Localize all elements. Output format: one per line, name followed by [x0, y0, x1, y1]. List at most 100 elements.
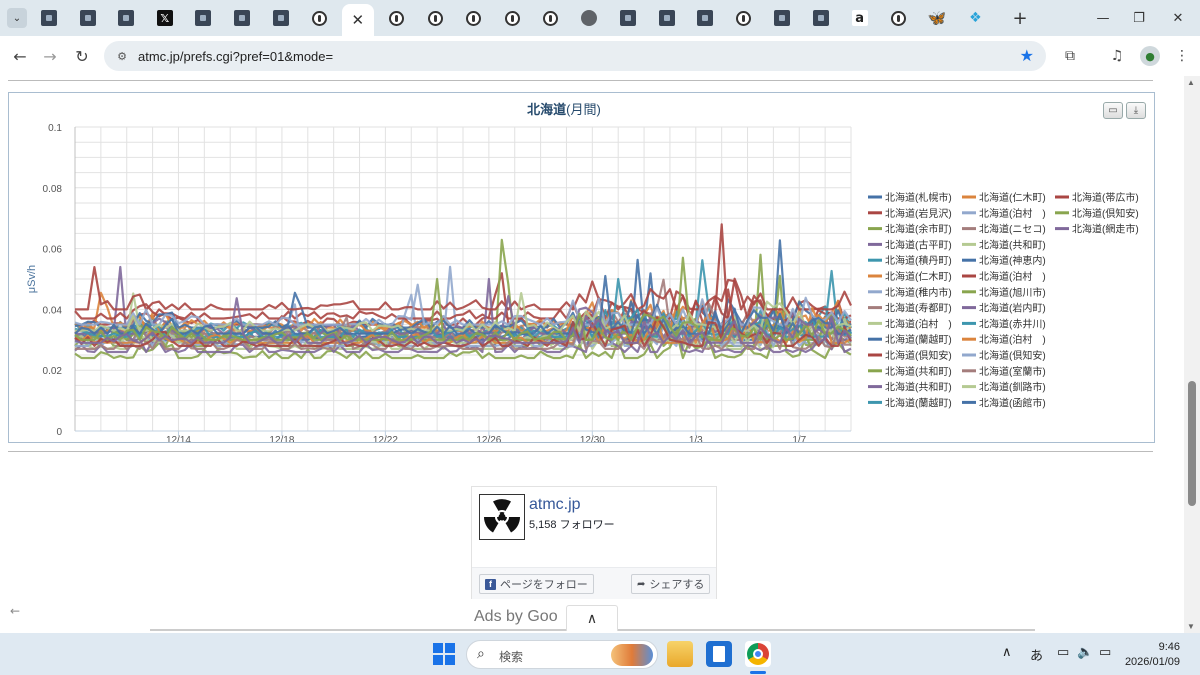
- restore-button[interactable]: ❐: [1121, 6, 1157, 30]
- browser-tab[interactable]: a: [844, 5, 876, 31]
- browser-tab[interactable]: [766, 5, 798, 31]
- facebook-icon: f: [485, 578, 496, 590]
- legend-item-label: 北海道(共和町): [885, 365, 952, 378]
- scroll-down-arrow-icon[interactable]: ▼: [1187, 622, 1195, 631]
- legend-item-label: 北海道(札幌市): [885, 191, 952, 204]
- bookmark-star-icon[interactable]: ★: [1020, 46, 1034, 65]
- browser-tab[interactable]: [573, 5, 605, 31]
- browser-tab[interactable]: 𝕏: [149, 5, 181, 31]
- new-tab-button[interactable]: +: [1009, 7, 1031, 29]
- scroll-thumb[interactable]: [1188, 381, 1196, 506]
- battery-icon[interactable]: ▭: [1099, 645, 1111, 660]
- browser-tab[interactable]: [226, 5, 258, 31]
- circle-favicon-icon: [311, 10, 327, 26]
- profile-avatar-icon[interactable]: ●: [1140, 46, 1160, 66]
- clock-time[interactable]: 9:46: [1140, 641, 1180, 653]
- browser-tab[interactable]: [33, 5, 65, 31]
- media-control-icon[interactable]: ♫: [1105, 44, 1129, 68]
- browser-tab[interactable]: ❖: [959, 5, 991, 31]
- x-tick-label: 1/3: [689, 435, 703, 442]
- radiation-line-chart: 北海道(月間) 0 0.02 0.04 0.06 0.08 0.1 μSv/h 12/14 12/…: [26, 102, 1139, 442]
- taskbar-search[interactable]: ⌕ 検索: [466, 640, 658, 669]
- volume-icon[interactable]: 🔈: [1077, 645, 1093, 660]
- fb-share-button[interactable]: ➦ シェアする: [631, 574, 711, 594]
- browser-menu-icon[interactable]: ⋮: [1170, 44, 1194, 68]
- y-tick-label: 0.08: [43, 184, 63, 195]
- browser-tab[interactable]: 🦋: [921, 5, 953, 31]
- close-tab-icon[interactable]: ✕: [352, 11, 365, 29]
- ad-back-arrow-icon[interactable]: ←: [10, 604, 20, 618]
- puzzle-favicon-icon: ❖: [969, 10, 982, 26]
- divider: [8, 451, 1153, 452]
- legend-item-label: 北海道(室蘭市): [979, 365, 1046, 378]
- tab-active[interactable]: ✕: [341, 4, 374, 36]
- clock-date[interactable]: 2026/01/09: [1118, 656, 1180, 668]
- circle-favicon-icon: [466, 10, 482, 26]
- browser-tab[interactable]: [728, 5, 760, 31]
- notepad-icon[interactable]: [706, 641, 732, 667]
- minimize-button[interactable]: —: [1085, 6, 1121, 30]
- browser-tab[interactable]: [303, 5, 335, 31]
- page-scrollbar[interactable]: ▲ ▼: [1184, 76, 1200, 633]
- chart-title: 北海道(月間): [527, 102, 601, 117]
- extensions-icon[interactable]: ⧉: [1058, 44, 1082, 68]
- browser-tab[interactable]: [882, 5, 914, 31]
- ads-by-google-label[interactable]: Ads by Goo: [474, 608, 558, 626]
- legend-item-label: 北海道(釧路市): [979, 381, 1046, 394]
- tab-search-dropdown[interactable]: ⌄: [7, 8, 27, 28]
- site-favicon-icon: [697, 10, 714, 26]
- ime-mode-indicator[interactable]: あ: [1030, 645, 1043, 664]
- browser-tab[interactable]: [651, 5, 683, 31]
- browser-tab[interactable]: [72, 5, 104, 31]
- fb-follow-button[interactable]: f ページをフォロー: [479, 574, 594, 594]
- y-tick-label: 0.1: [48, 123, 62, 134]
- address-bar[interactable]: ⚙ atmc.jp/prefs.cgi?pref=01&mode= ★: [104, 41, 1046, 71]
- browser-tab[interactable]: [265, 5, 297, 31]
- radiation-logo[interactable]: [479, 494, 525, 540]
- radiation-symbol-icon: [484, 499, 520, 533]
- browser-tab[interactable]: [689, 5, 721, 31]
- scroll-up-arrow-icon[interactable]: ▲: [1187, 78, 1195, 87]
- windows-start-icon[interactable]: [433, 643, 455, 665]
- fb-page-name[interactable]: atmc.jp: [529, 496, 581, 514]
- legend-item-label: 北海道(仁木町): [979, 191, 1046, 204]
- x-tick-label: 12/22: [373, 435, 398, 442]
- url-text[interactable]: atmc.jp/prefs.cgi?pref=01&mode=: [138, 49, 333, 64]
- legend-item-label: 北海道(岩見沢): [885, 207, 952, 220]
- browser-tab[interactable]: [805, 5, 837, 31]
- page-content: 北海道(月間) 0 0.02 0.04 0.06 0.08 0.1 μSv/h 12/14 12/…: [0, 76, 1200, 633]
- site-favicon-icon: [658, 10, 675, 26]
- download-chart-button[interactable]: ⤓: [1126, 102, 1146, 119]
- y-tick-label: 0.02: [43, 366, 63, 377]
- circle-favicon-icon: [388, 10, 404, 26]
- ads-collapse-button[interactable]: ∧: [566, 605, 618, 631]
- browser-tab[interactable]: [535, 5, 567, 31]
- legend-item-label: 北海道(共和町): [885, 381, 952, 394]
- browser-tab[interactable]: [419, 5, 451, 31]
- browser-tab[interactable]: [187, 5, 219, 31]
- fb-widget-footer: f ページをフォロー ➦ シェアする: [472, 567, 716, 599]
- reload-button[interactable]: ↻: [70, 44, 94, 68]
- fb-follow-label: ページをフォロー: [500, 579, 588, 591]
- chart-panel: 北海道(月間) 0 0.02 0.04 0.06 0.08 0.1 μSv/h 12/14 12/…: [8, 92, 1155, 443]
- browser-tab[interactable]: [612, 5, 644, 31]
- browser-tab[interactable]: [458, 5, 490, 31]
- print-chart-button[interactable]: ▭: [1103, 102, 1123, 119]
- legend-item-label: 北海道(積丹町): [885, 254, 952, 267]
- legend-item-label: 北海道(倶知安): [1072, 207, 1139, 220]
- browser-tab[interactable]: [496, 5, 528, 31]
- legend-item-label: 北海道(倶知安): [885, 349, 952, 362]
- tray-overflow-icon[interactable]: ∧: [1002, 645, 1012, 660]
- browser-tab[interactable]: [110, 5, 142, 31]
- x-favicon-icon: 𝕏: [156, 10, 173, 26]
- site-info-icon[interactable]: ⚙: [114, 48, 130, 64]
- chrome-icon[interactable]: [745, 641, 771, 667]
- y-tick-label: 0.04: [43, 305, 63, 316]
- file-explorer-icon[interactable]: [667, 641, 693, 667]
- legend-item-label: 北海道(赤井川): [979, 317, 1046, 330]
- browser-tab[interactable]: [380, 5, 412, 31]
- forward-button[interactable]: →: [38, 44, 62, 68]
- network-icon[interactable]: ▭: [1057, 645, 1069, 660]
- back-button[interactable]: ←: [8, 44, 32, 68]
- close-window-button[interactable]: ✕: [1160, 6, 1196, 30]
